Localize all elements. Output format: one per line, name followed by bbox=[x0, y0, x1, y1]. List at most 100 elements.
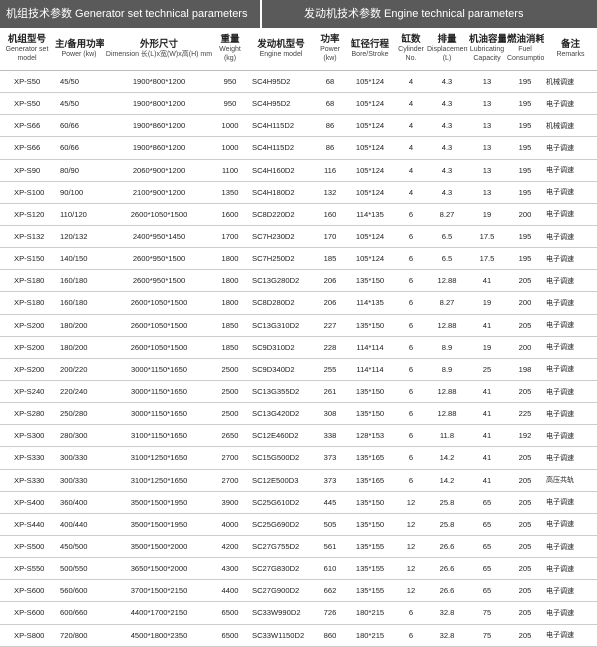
cell-bore-stroke: 135*155 bbox=[344, 557, 396, 581]
cell-weight: 2700 bbox=[214, 469, 246, 492]
cell-power: 60/66 bbox=[54, 136, 104, 160]
cell-cylinders: 6 bbox=[396, 601, 426, 625]
cell-engine-model: SC9D340D2 bbox=[246, 358, 316, 381]
engine-params-heading: 发动机技术参数 Engine technical parameters bbox=[262, 0, 597, 28]
col-header-cn: 机油容量 bbox=[469, 34, 506, 45]
cell-dimension: 2100*900*1200 bbox=[104, 181, 214, 204]
cell-dimension: 3650*1500*2000 bbox=[104, 557, 214, 581]
cell-cylinders: 12 bbox=[396, 579, 426, 603]
cell-displacement: 25.8 bbox=[426, 491, 468, 514]
cell-bore-stroke: 135*150 bbox=[344, 491, 396, 514]
cell-lube-capacity: 17.5 bbox=[468, 225, 506, 249]
cell-lube-capacity: 13 bbox=[468, 159, 506, 182]
cell-lube-capacity: 65 bbox=[468, 491, 506, 514]
table-row: XP-S330 300/330 3100*1250*1650 2700 SC12E500… bbox=[0, 469, 597, 492]
col-header-cn: 燃油消耗 bbox=[507, 34, 544, 45]
cell-bore-stroke: 135*150 bbox=[344, 513, 396, 536]
cell-model: XP-S550 bbox=[0, 557, 54, 581]
col-header-en: Lubricating Capacity bbox=[469, 46, 505, 62]
cell-fuel-consumption: 205 bbox=[506, 446, 544, 470]
table-row: XP-S600 560/600 3700*1500*2150 4400 SC27G900… bbox=[0, 579, 597, 603]
cell-bore-stroke: 114*114 bbox=[344, 358, 396, 381]
cell-engine-power: 662 bbox=[316, 579, 344, 603]
cell-cylinders: 4 bbox=[396, 114, 426, 138]
cell-fuel-consumption: 192 bbox=[506, 424, 544, 448]
cell-displacement: 25.8 bbox=[426, 513, 468, 536]
cell-model: XP-S100 bbox=[0, 181, 54, 204]
cell-engine-model: SC4H95D2 bbox=[246, 92, 316, 116]
cell-remarks: 电子调速 bbox=[544, 203, 597, 226]
cell-bore-stroke: 135*150 bbox=[344, 380, 396, 404]
cell-engine-model: SC4H180D2 bbox=[246, 181, 316, 204]
cell-remarks: 电子调速 bbox=[544, 291, 597, 315]
cell-displacement: 12.88 bbox=[426, 314, 468, 337]
cell-power: 300/330 bbox=[54, 469, 104, 492]
cell-remarks: 电子调速 bbox=[544, 557, 597, 581]
cell-engine-power: 170 bbox=[316, 225, 344, 249]
cell-engine-power: 726 bbox=[316, 601, 344, 625]
cell-remarks: 电子调速 bbox=[544, 380, 597, 404]
cell-power: 360/400 bbox=[54, 491, 104, 514]
col-header-cn: 机组型号 bbox=[7, 34, 46, 45]
cell-power: 500/550 bbox=[54, 557, 104, 581]
cell-model: XP-S600 bbox=[0, 601, 54, 625]
cell-displacement: 32.8 bbox=[426, 624, 468, 647]
cell-model: XP-S330 bbox=[0, 469, 54, 492]
cell-model: XP-S800 bbox=[0, 624, 54, 647]
cell-lube-capacity: 41 bbox=[468, 424, 506, 448]
cell-engine-power: 610 bbox=[316, 557, 344, 581]
cell-power: 60/66 bbox=[54, 114, 104, 138]
col-header-en: Fuel Consumption bbox=[507, 46, 544, 62]
col-header-power: 主/备用功率 Power (kw) bbox=[54, 28, 104, 71]
cell-cylinders: 6 bbox=[396, 380, 426, 404]
col-header-model: 机组型号 Generator set model bbox=[0, 28, 54, 71]
col-header-dimension: 外形尺寸 Dimension 长(L)x宽(W)x高(H) mm bbox=[104, 28, 214, 71]
header-row: 机组型号 Generator set model 主/备用功率 Power (kw) 外… bbox=[0, 28, 597, 71]
table-row: XP-S440 400/440 3500*1500*1950 4000 SC25G690… bbox=[0, 513, 597, 536]
table-row: XP-S132 120/132 2400*950*1450 1700 SC7H230D2… bbox=[0, 225, 597, 249]
cell-fuel-consumption: 195 bbox=[506, 136, 544, 160]
cell-dimension: 2600*1050*1500 bbox=[104, 336, 214, 359]
cell-weight: 2500 bbox=[214, 358, 246, 381]
cell-weight: 1100 bbox=[214, 159, 246, 182]
cell-cylinders: 12 bbox=[396, 491, 426, 514]
cell-lube-capacity: 65 bbox=[468, 535, 506, 559]
cell-engine-power: 206 bbox=[316, 269, 344, 293]
cell-model: XP-S300 bbox=[0, 424, 54, 448]
cell-fuel-consumption: 200 bbox=[506, 203, 544, 226]
cell-weight: 1800 bbox=[214, 269, 246, 293]
cell-lube-capacity: 75 bbox=[468, 601, 506, 625]
col-header-en: Remarks bbox=[556, 50, 585, 58]
col-header-fuel-consumption: 燃油消耗Fuel Consumption bbox=[506, 28, 544, 71]
cell-remarks: 电子调速 bbox=[544, 269, 597, 293]
cell-lube-capacity: 13 bbox=[468, 92, 506, 116]
cell-power: 45/50 bbox=[54, 92, 104, 116]
table-row: XP-S50 45/50 1900*800*1200 950 SC4H95D2 68 105… bbox=[0, 92, 597, 116]
cell-remarks: 电子调速 bbox=[544, 579, 597, 603]
cell-model: XP-S200 bbox=[0, 314, 54, 337]
cell-bore-stroke: 135*165 bbox=[344, 446, 396, 470]
cell-model: XP-S132 bbox=[0, 225, 54, 249]
cell-cylinders: 6 bbox=[396, 225, 426, 249]
cell-remarks: 电子调速 bbox=[544, 225, 597, 249]
cell-bore-stroke: 180*215 bbox=[344, 624, 396, 647]
cell-fuel-consumption: 195 bbox=[506, 181, 544, 204]
cell-power: 280/300 bbox=[54, 424, 104, 448]
cell-model: XP-S180 bbox=[0, 291, 54, 315]
cell-lube-capacity: 13 bbox=[468, 136, 506, 160]
cell-engine-power: 860 bbox=[316, 624, 344, 647]
cell-lube-capacity: 41 bbox=[468, 446, 506, 470]
cell-lube-capacity: 41 bbox=[468, 269, 506, 293]
cell-displacement: 26.6 bbox=[426, 557, 468, 581]
table-row: XP-S240 220/240 3000*1150*1650 2500 SC13G355… bbox=[0, 380, 597, 404]
cell-displacement: 6.5 bbox=[426, 247, 468, 271]
cell-fuel-consumption: 205 bbox=[506, 513, 544, 536]
table-row: XP-S200 180/200 2600*1050*1500 1850 SC13G310… bbox=[0, 314, 597, 337]
cell-power: 250/280 bbox=[54, 402, 104, 426]
cell-power: 80/90 bbox=[54, 159, 104, 182]
cell-cylinders: 6 bbox=[396, 424, 426, 448]
cell-weight: 6500 bbox=[214, 624, 246, 647]
cell-power: 180/200 bbox=[54, 336, 104, 359]
col-header-engine-model: 发动机型号 Engine model bbox=[246, 28, 316, 71]
cell-dimension: 1900*800*1200 bbox=[104, 92, 214, 116]
